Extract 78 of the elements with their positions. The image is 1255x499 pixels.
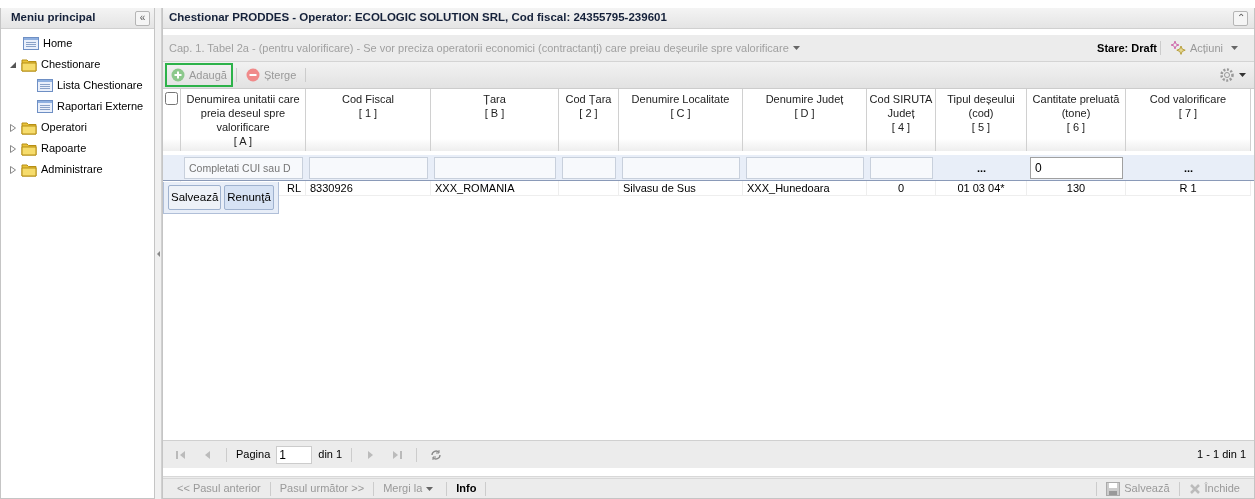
input-field[interactable] — [870, 157, 933, 179]
last-page-icon — [391, 448, 404, 461]
input-field[interactable]: 0 — [1030, 157, 1123, 179]
column-header[interactable]: Cod Fiscal — [308, 92, 428, 106]
cancel-button[interactable]: Renunţă — [224, 185, 274, 211]
tree-item[interactable]: Administrare — [1, 159, 154, 180]
tree-item[interactable]: Chestionare — [1, 54, 154, 75]
column-header[interactable]: Țara — [433, 92, 556, 106]
column-header[interactable]: Cod valorificare — [1128, 92, 1248, 106]
input-field[interactable] — [746, 157, 864, 179]
column-index: [ B ] — [483, 106, 506, 120]
tree-item[interactable]: Lista Chestionare — [1, 75, 154, 96]
column-index: [ 6 ] — [1065, 120, 1087, 134]
column-index: [ C ] — [669, 106, 692, 120]
nav-link[interactable]: Info — [450, 480, 483, 497]
column-index: [ 7 ] — [1177, 106, 1199, 120]
column-header[interactable]: Cantitate preluată (tone) — [1029, 92, 1123, 120]
tree-item[interactable]: Rapoarte — [1, 138, 154, 159]
collapse-button[interactable]: ⌃ — [1233, 10, 1248, 26]
input-field[interactable]: Completati CUI sau D — [184, 157, 303, 179]
column-index: [ 2 ] — [578, 106, 599, 120]
first-page-icon — [175, 448, 187, 461]
status-label: Stare: Draft — [1097, 40, 1157, 56]
table-cell: R 1 — [1126, 181, 1251, 196]
column-index: [ 4 ] — [890, 120, 912, 134]
column-index: [ 1 ] — [357, 106, 379, 120]
tree-item[interactable]: Home — [1, 33, 154, 54]
column-header[interactable]: Cod SIRUTA Județ — [869, 92, 933, 120]
column-index: [ D ] — [793, 106, 816, 120]
table-cell: XXX_Hunedoara — [743, 181, 867, 196]
tree-item[interactable]: Raportari Externe — [1, 96, 154, 117]
column-header[interactable]: Denumirea unitatii care preia deseul spre valorificare — [183, 92, 303, 134]
input-field[interactable] — [434, 157, 556, 179]
folder-icon — [21, 57, 37, 72]
tree-item[interactable]: Operatori — [1, 117, 154, 138]
refresh-icon — [430, 448, 443, 461]
list-icon — [23, 36, 39, 51]
record-count: 1 - 1 din 1 — [1197, 447, 1246, 463]
page-count: din 1 — [318, 447, 343, 463]
picker-button[interactable]: ... — [976, 159, 987, 177]
table-cell: XXX_ROMANIA — [431, 181, 559, 196]
input-field[interactable] — [562, 157, 616, 179]
column-header[interactable]: Denumire Județ — [745, 92, 864, 106]
caret-icon — [426, 486, 434, 491]
close-icon — [1188, 482, 1201, 495]
table-cell: 01 03 04* — [936, 181, 1027, 196]
caret-icon — [792, 46, 800, 50]
splitter-handle-icon — [156, 250, 160, 257]
column-header[interactable]: Tipul deșeului (cod) — [938, 92, 1024, 120]
add-icon — [171, 68, 185, 82]
settings-icon — [1219, 67, 1235, 83]
table-cell: Silvasu de Sus — [619, 181, 743, 196]
column-index: [ 5 ] — [970, 120, 992, 134]
list-icon — [37, 78, 53, 93]
folder-icon — [21, 162, 37, 177]
select-all-checkbox[interactable] — [165, 92, 178, 105]
window-title: Chestionar PRODDES - Operator: ECOLOGIC SOLUTION SRL, Cod fiscal: 24355795-239601 — [169, 10, 667, 26]
page-field[interactable]: 1 — [276, 445, 313, 464]
column-header[interactable]: Denumire Localitate — [621, 92, 740, 106]
table-cell: 8330926 — [306, 181, 431, 196]
caret-icon — [1231, 46, 1238, 50]
collapse-button[interactable]: « — [135, 10, 150, 26]
page-label: Pagina — [236, 447, 271, 463]
table-cell: 130 — [1027, 181, 1126, 196]
column-index: [ A ] — [232, 134, 254, 148]
table-cell: 0 — [867, 181, 936, 196]
folder-icon — [21, 120, 37, 135]
list-icon — [37, 99, 53, 114]
input-field[interactable] — [309, 157, 428, 179]
save-button[interactable]: Salvează — [168, 185, 222, 211]
caret-icon — [1239, 73, 1246, 77]
picker-button[interactable]: ... — [1183, 159, 1194, 177]
column-header[interactable]: Cod Țara — [561, 92, 616, 106]
sidebar-title: Meniu principal — [11, 10, 96, 26]
sparkle-icon — [1169, 40, 1186, 56]
folder-icon — [21, 141, 37, 156]
input-field[interactable] — [622, 157, 740, 179]
remove-icon — [245, 68, 260, 82]
